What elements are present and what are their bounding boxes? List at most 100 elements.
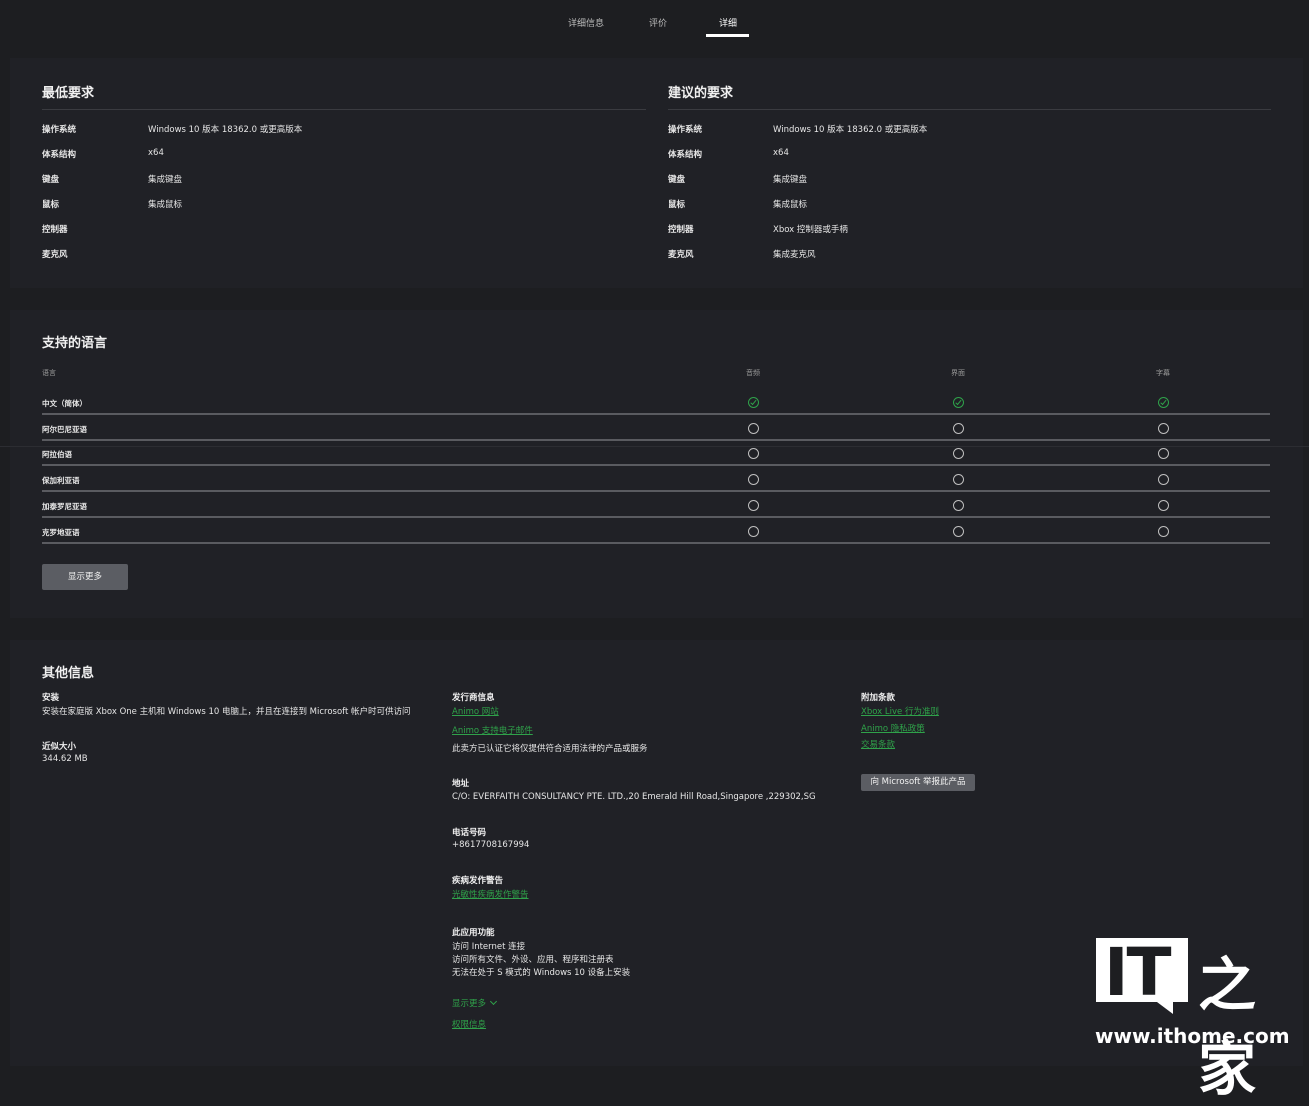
language-row: 保加利亚语 (42, 467, 1270, 493)
publisher-note: 此卖方已认证它将仅提供符合适用法律的产品或服务 (452, 744, 648, 754)
watermark-cn: 之家 (1198, 951, 1256, 1103)
divider (668, 109, 1271, 110)
rec-requirements-title: 建议的要求 (668, 86, 734, 101)
other-info-title: 其他信息 (42, 666, 95, 681)
logo-tail (1157, 1002, 1173, 1014)
empty-circle-icon (1158, 422, 1169, 434)
tab-bar: 详细信息 评价 详细 (0, 0, 1309, 44)
language-name: 加泰罗尼亚语 (42, 501, 87, 511)
empty-circle-icon (748, 422, 759, 434)
check-circle-icon (953, 397, 964, 408)
check-circle-icon (748, 397, 759, 408)
watermark-url: www.ithome.com (1095, 1024, 1290, 1048)
spec-label: 鼠标 (668, 200, 686, 210)
language-row: 克罗地亚语 (42, 519, 1270, 544)
feature-item: 访问所有文件、外设、应用、程序和注册表 (452, 955, 614, 965)
language-column-header: 语言 (42, 369, 56, 377)
language-name: 阿拉伯语 (42, 450, 72, 460)
tab-reviews[interactable]: 评价 (649, 16, 667, 29)
xbox-live-code-link[interactable]: Xbox Live 行为准则 (861, 705, 939, 717)
it-logo-text: IT (1104, 934, 1172, 1011)
row-divider (42, 490, 1270, 493)
system-requirements-panel: 最低要求 操作系统 Windows 10 版本 18362.0 或更高版本体系结构… (10, 58, 1303, 288)
address-value: C/O: EVERFAITH CONSULTANCY PTE. LTD.,20 … (452, 792, 816, 802)
empty-circle-icon (1158, 525, 1169, 537)
interface-column-header: 界面 (951, 369, 965, 377)
report-product-button[interactable]: 向 Microsoft 举报此产品 (861, 774, 975, 791)
spec-label: 操作系统 (668, 125, 703, 135)
spec-label: 麦克风 (668, 250, 694, 260)
row-divider (42, 464, 1270, 467)
empty-circle-icon (1158, 499, 1169, 511)
row-divider (42, 515, 1270, 518)
publisher-label: 发行商信息 (452, 693, 495, 703)
empty-circle-icon (748, 474, 759, 486)
privacy-policy-link[interactable]: Animo 隐私政策 (861, 722, 925, 734)
language-name: 阿尔巴尼亚语 (42, 424, 87, 434)
spec-value: 集成键盘 (773, 175, 808, 185)
publisher-website-link[interactable]: Animo 网站 (452, 705, 499, 717)
row-divider (42, 438, 1270, 441)
language-name: 保加利亚语 (42, 476, 80, 486)
subtitles-column-header: 字幕 (1156, 369, 1170, 377)
empty-circle-icon (953, 474, 964, 486)
empty-circle-icon (953, 499, 964, 511)
languages-title: 支持的语言 (42, 336, 108, 351)
tab-details-info[interactable]: 详细信息 (568, 16, 604, 29)
empty-circle-icon (953, 422, 964, 434)
spec-value: Xbox 控制器或手柄 (773, 225, 848, 235)
seizure-warning-link[interactable]: 光敏性疾病发作警告 (452, 888, 529, 900)
spec-label: 控制器 (668, 225, 694, 235)
spec-value: 集成鼠标 (148, 200, 183, 210)
divider (42, 109, 646, 110)
spec-label: 体系结构 (42, 150, 77, 160)
install-text: 安装在家庭版 Xbox One 主机和 Windows 10 电脑上，并且在连接… (42, 707, 411, 717)
features-label: 此应用功能 (452, 928, 495, 938)
spec-value: x64 (148, 148, 164, 158)
spec-value: Windows 10 版本 18362.0 或更高版本 (148, 125, 303, 135)
size-value: 344.62 MB (42, 754, 88, 764)
spec-value: 集成键盘 (148, 175, 183, 185)
language-name: 中文（简体） (42, 399, 87, 408)
spec-label: 鼠标 (42, 200, 60, 210)
terms-label: 附加条款 (861, 693, 896, 703)
feature-item: 访问 Internet 连接 (452, 942, 526, 952)
empty-circle-icon (953, 448, 964, 460)
empty-circle-icon (748, 448, 759, 460)
spec-label: 键盘 (668, 175, 686, 185)
empty-circle-icon (1158, 448, 1169, 460)
publisher-support-email-link[interactable]: Animo 支持电子邮件 (452, 724, 533, 736)
spec-label: 操作系统 (42, 125, 77, 135)
active-tab-indicator (706, 34, 749, 37)
spec-value: 集成麦克风 (773, 250, 816, 260)
show-more-languages-button[interactable]: 显示更多 (42, 564, 128, 590)
phone-value: +8617708167994 (452, 840, 530, 850)
features-show-more-link[interactable]: 显示更多 (452, 997, 498, 1009)
address-label: 地址 (452, 779, 470, 789)
chevron-down-icon (489, 997, 498, 1006)
features-show-more-label: 显示更多 (452, 999, 487, 1009)
row-divider (42, 413, 1270, 415)
ithome-watermark: IT 之家 www.ithome.com (1095, 934, 1295, 1103)
size-label: 近似大小 (42, 742, 77, 752)
min-requirements-title: 最低要求 (42, 86, 95, 101)
language-row: 中文（简体） (42, 390, 1270, 415)
feature-item: 无法在处于 S 模式的 Windows 10 设备上安装 (452, 968, 631, 978)
spec-label: 麦克风 (42, 250, 68, 260)
spec-label: 键盘 (42, 175, 60, 185)
audio-column-header: 音频 (746, 369, 760, 377)
empty-circle-icon (748, 525, 759, 537)
tab-details[interactable]: 详细 (719, 16, 737, 29)
language-name: 克罗地亚语 (42, 527, 80, 537)
spec-value: 集成鼠标 (773, 200, 808, 210)
spec-value: Windows 10 版本 18362.0 或更高版本 (773, 125, 928, 135)
screen-scan-line (0, 446, 1309, 447)
seizure-warning-label: 疾病发作警告 (452, 876, 504, 886)
install-label: 安装 (42, 693, 60, 703)
it-logo-box: IT (1096, 934, 1188, 1011)
permissions-link[interactable]: 权限信息 (452, 1018, 486, 1030)
empty-circle-icon (1158, 474, 1169, 486)
transaction-terms-link[interactable]: 交易条款 (861, 738, 895, 750)
row-divider (42, 541, 1270, 544)
language-row: 加泰罗尼亚语 (42, 493, 1270, 518)
